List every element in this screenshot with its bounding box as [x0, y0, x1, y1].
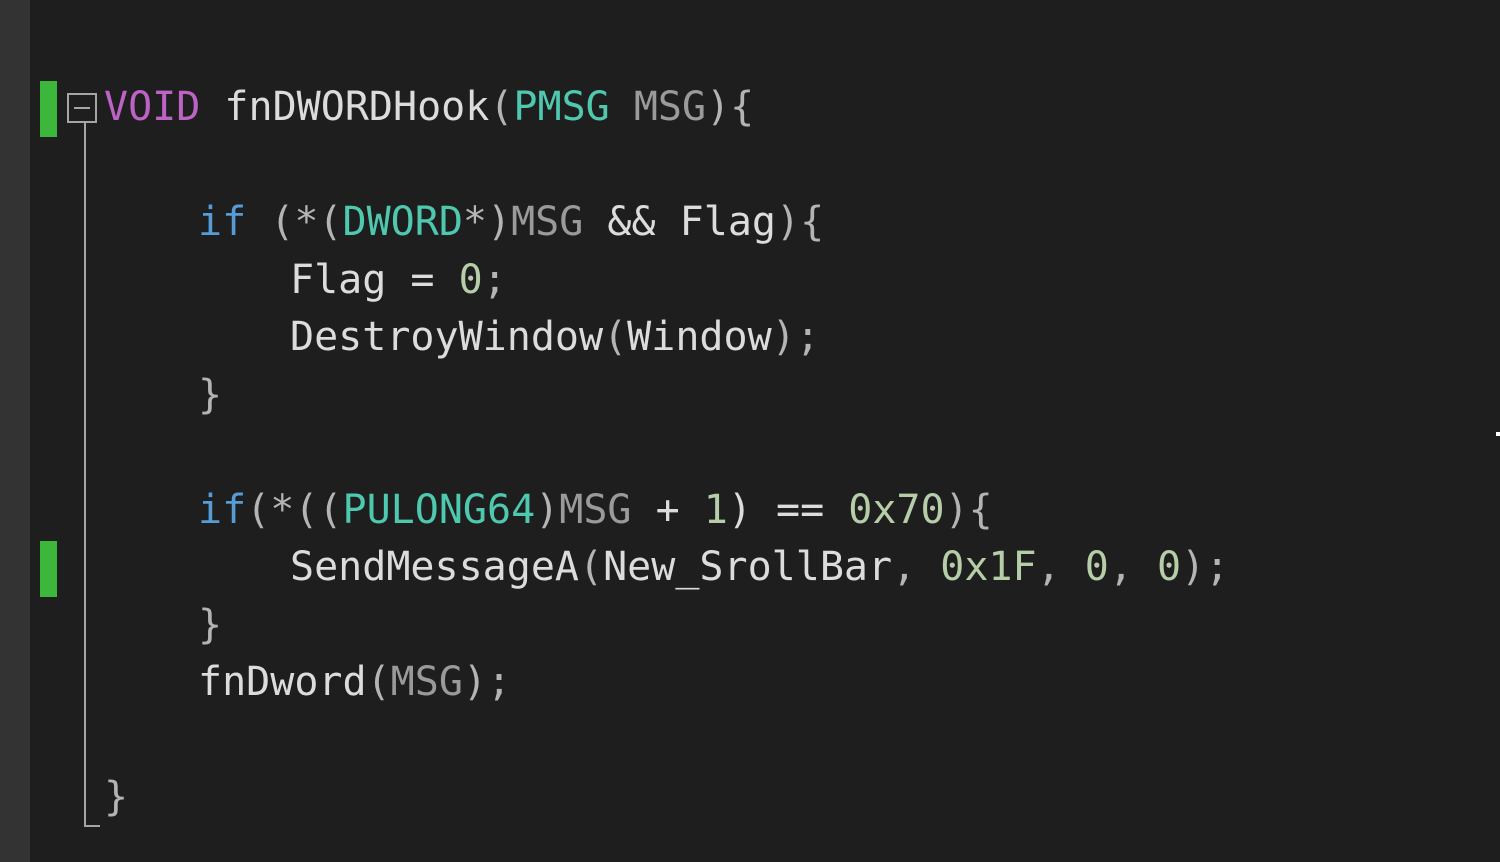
code-token: ,	[1108, 544, 1157, 590]
code-token: ){	[706, 84, 755, 130]
code-token: 0	[458, 256, 483, 303]
code-line[interactable]: DestroyWindow(Window);	[290, 309, 820, 365]
scroll-edge-marker	[1496, 432, 1500, 436]
code-token: (*((	[246, 486, 343, 533]
collapse-block-icon[interactable]	[67, 93, 97, 123]
code-token: );	[462, 659, 512, 705]
code-token: MSG	[559, 486, 632, 533]
code-line[interactable]: }	[104, 769, 128, 825]
code-token: Flag	[290, 256, 387, 303]
code-line[interactable]: if(*((PULONG64)MSG + 1) == 0x70){	[198, 482, 993, 538]
code-token: if	[198, 486, 247, 533]
code-token: ,	[1036, 544, 1085, 590]
editor-gutter	[0, 0, 30, 862]
code-token: &&	[583, 199, 680, 245]
code-token: PULONG64	[342, 486, 536, 533]
code-token: );	[1181, 544, 1230, 590]
code-token: (	[578, 544, 604, 590]
code-token: PMSG	[513, 84, 610, 130]
code-token: }	[198, 601, 223, 648]
code-token: (*(	[246, 199, 343, 245]
code-token: }	[198, 371, 223, 418]
code-token: (	[603, 314, 628, 360]
code-token: =	[386, 256, 459, 303]
code-token: 0x1F	[940, 544, 1037, 590]
code-token: 1	[703, 486, 728, 533]
code-token: *)	[462, 199, 512, 245]
code-token: SendMessageA	[290, 544, 579, 590]
fold-guide-line	[84, 123, 86, 827]
code-token: ,	[892, 544, 941, 590]
code-token: 0	[1084, 544, 1109, 590]
code-token: fnDWORDHook	[224, 84, 490, 130]
code-token: ){	[776, 199, 825, 245]
code-line[interactable]: fnDword(MSG);	[198, 654, 511, 710]
code-token: if	[198, 199, 247, 245]
code-line[interactable]: Flag = 0;	[290, 252, 507, 308]
fold-guide-end	[84, 825, 100, 827]
code-token: MSG	[633, 84, 707, 130]
code-line[interactable]: SendMessageA(New_SrollBar, 0x1F, 0, 0);	[290, 539, 1229, 595]
code-token: }	[104, 774, 129, 820]
code-token: +	[631, 486, 704, 533]
code-editor[interactable]: VOID fnDWORDHook(PMSG MSG){if (*(DWORD*)…	[0, 0, 1500, 862]
code-line[interactable]: if (*(DWORD*)MSG && Flag){	[198, 194, 824, 250]
code-token: DestroyWindow	[290, 314, 604, 360]
code-token: New_SrollBar	[603, 544, 893, 590]
code-token: ){	[944, 486, 993, 533]
code-line[interactable]: }	[198, 367, 222, 423]
code-token: Flag	[679, 199, 776, 245]
code-token: MSG	[511, 199, 584, 245]
code-line[interactable]: VOID fnDWORDHook(PMSG MSG){	[104, 79, 754, 135]
code-token: VOID	[104, 84, 201, 130]
code-token: DWORD	[342, 199, 463, 245]
code-token: (	[366, 659, 391, 705]
code-token: ;	[482, 256, 507, 303]
code-token: );	[771, 314, 820, 360]
code-token: ) ==	[727, 486, 849, 533]
code-token: )	[535, 486, 560, 533]
code-token: MSG	[390, 659, 463, 705]
code-token: 0x70	[848, 486, 945, 533]
change-marker	[40, 541, 57, 597]
code-token: (	[489, 84, 514, 130]
code-line[interactable]: }	[198, 597, 222, 653]
code-token: Window	[627, 314, 772, 360]
code-token: 0	[1157, 544, 1182, 590]
code-token: fnDword	[198, 659, 367, 705]
change-marker	[40, 81, 57, 137]
